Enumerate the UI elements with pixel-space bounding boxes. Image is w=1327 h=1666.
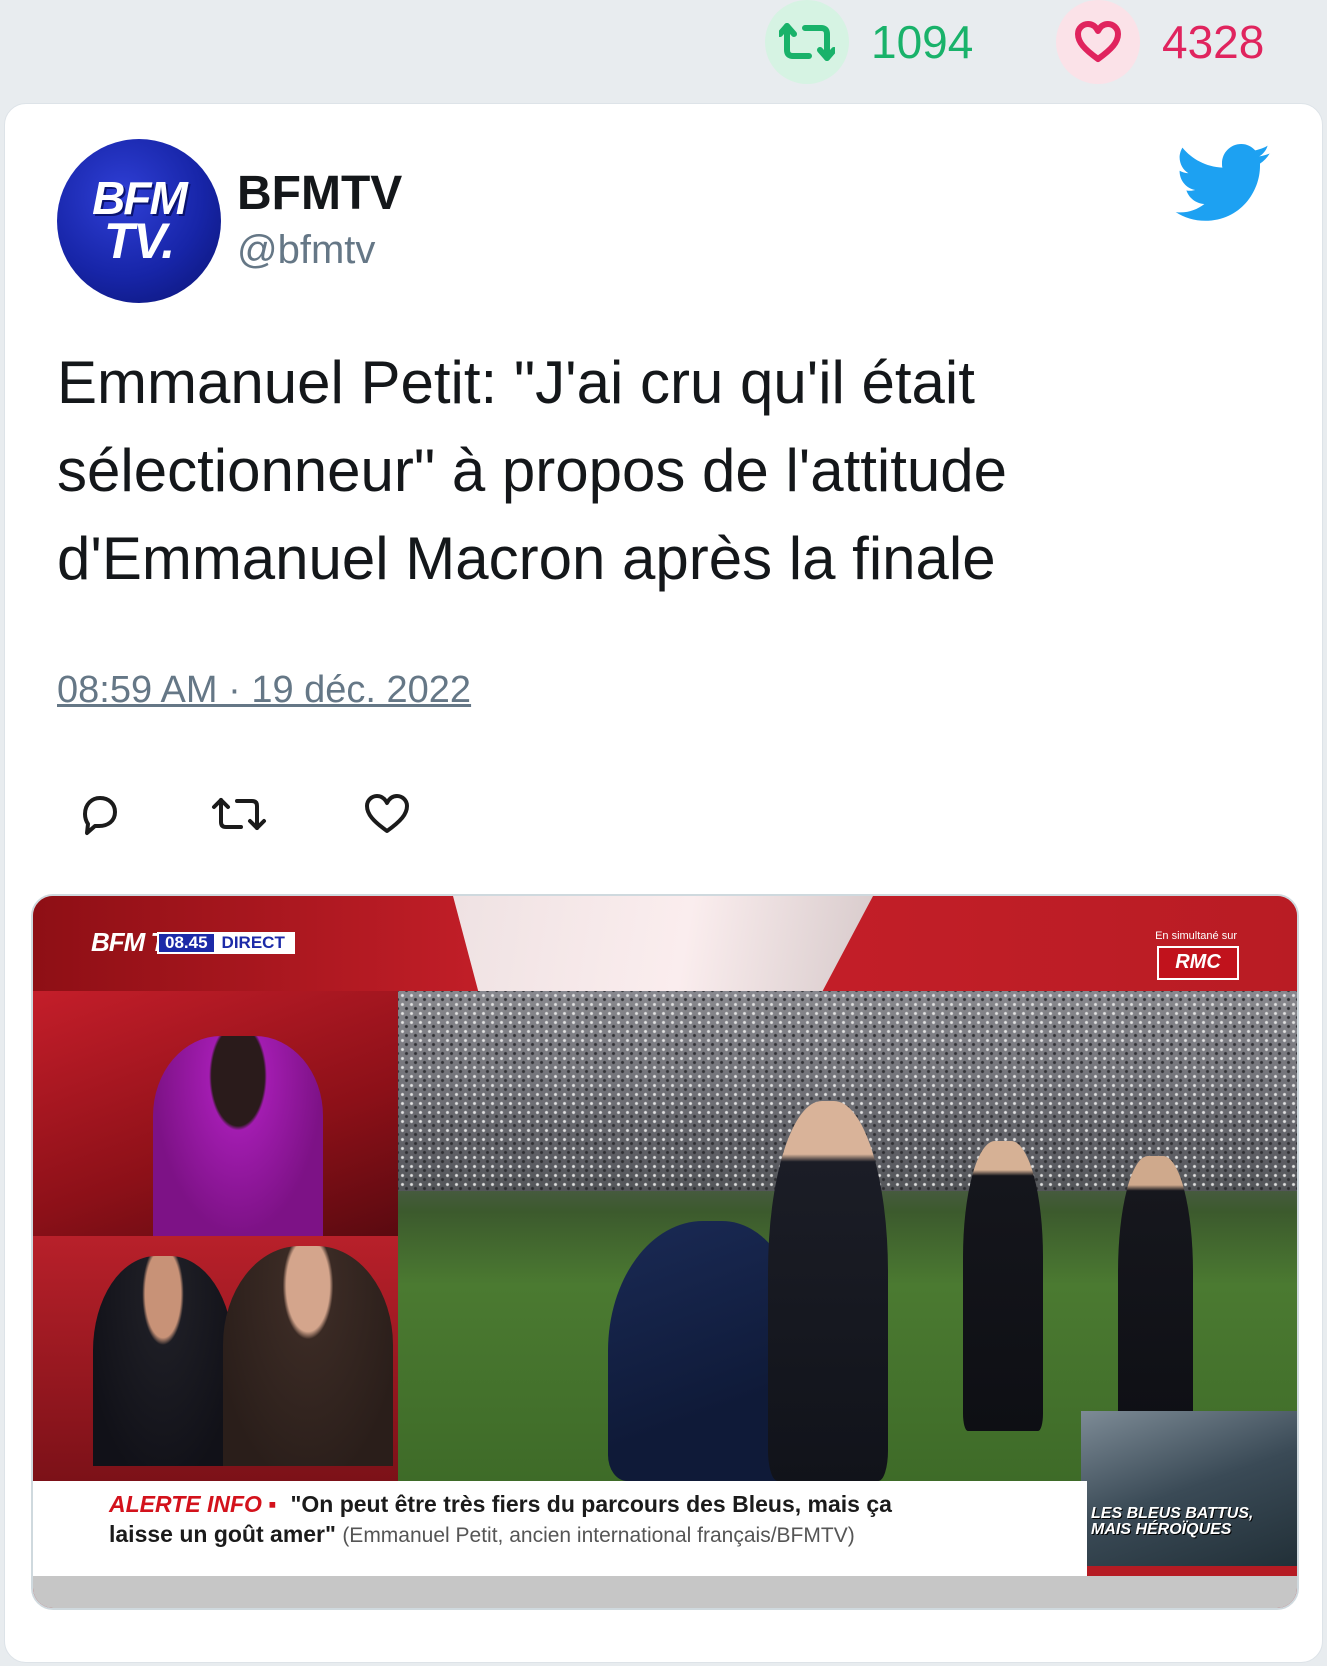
news-ticker: ALERTE INFO ▪ "On peut être très fiers du… [33,1481,1087,1576]
inset-caption: LES BLEUS BATTUS, MAIS HÉROÏQUES [1091,1505,1254,1538]
quote-line2: laisse un goût amer" [109,1521,336,1547]
tweet-text: Emmanuel Petit: "J'ai cru qu'il était sé… [57,349,1008,592]
retweet-icon [765,0,849,84]
avatar-logo-line2: TV. [103,213,175,269]
reply-icon[interactable] [69,784,129,844]
author-name[interactable]: BFMTV [237,166,402,221]
author-handle[interactable]: @bfmtv [237,228,375,273]
retweet-count: 1094 [871,16,974,68]
header-stripe [453,896,873,991]
tweet-timestamp[interactable]: 08:59 AM · 19 déc. 2022 [57,669,471,712]
like-count: 4328 [1162,16,1265,68]
rmc-logo: RMC [1157,946,1239,980]
heart-icon [1056,0,1140,84]
inset-thumbnail: LES BLEUS BATTUS, MAIS HÉROÏQUES [1081,1411,1297,1566]
like-icon[interactable] [357,784,417,844]
avatar-logo-line1: BFM [92,172,188,224]
retweet-icon[interactable] [209,784,269,844]
presenter-figure [153,1036,323,1236]
guest-figure-left [93,1256,233,1466]
retweet-stat[interactable]: 1094 [765,0,973,84]
avatar[interactable]: BFM TV. [57,139,221,303]
live-time: 08.45 [159,934,214,952]
alert-label: ALERTE INFO ▪ [109,1491,277,1517]
media-image[interactable]: BFM TV. 08.45 DIRECT En simultané sur RM… [31,894,1299,1610]
tv-bottom-bar [33,1576,1297,1608]
quote-source: (Emmanuel Petit, ancien international fr… [342,1524,855,1547]
like-stat[interactable]: 4328 [1056,0,1264,84]
security-figure [1118,1156,1193,1446]
live-label: DIRECT [221,933,285,952]
quote-line1: "On peut être très fiers du parcours des… [290,1491,892,1517]
ticker-line2: laisse un goût amer" (Emmanuel Petit, an… [109,1521,855,1548]
guest-figure-right [223,1246,393,1466]
simulcast-label: En simultané sur [1155,930,1237,942]
stadium-scene [398,991,1297,1481]
twitter-bird-icon [1175,144,1271,221]
engagement-stats: 1094 4328 [0,0,1327,100]
security-figure [963,1141,1043,1431]
tweet-card: BFM TV. BFMTV @bfmtv Emmanuel Petit: "J'… [4,103,1323,1663]
live-badge: 08.45 DIRECT [157,932,295,954]
ticker-line1: ALERTE INFO ▪ "On peut être très fiers du… [109,1491,892,1518]
president-figure [768,1101,888,1481]
